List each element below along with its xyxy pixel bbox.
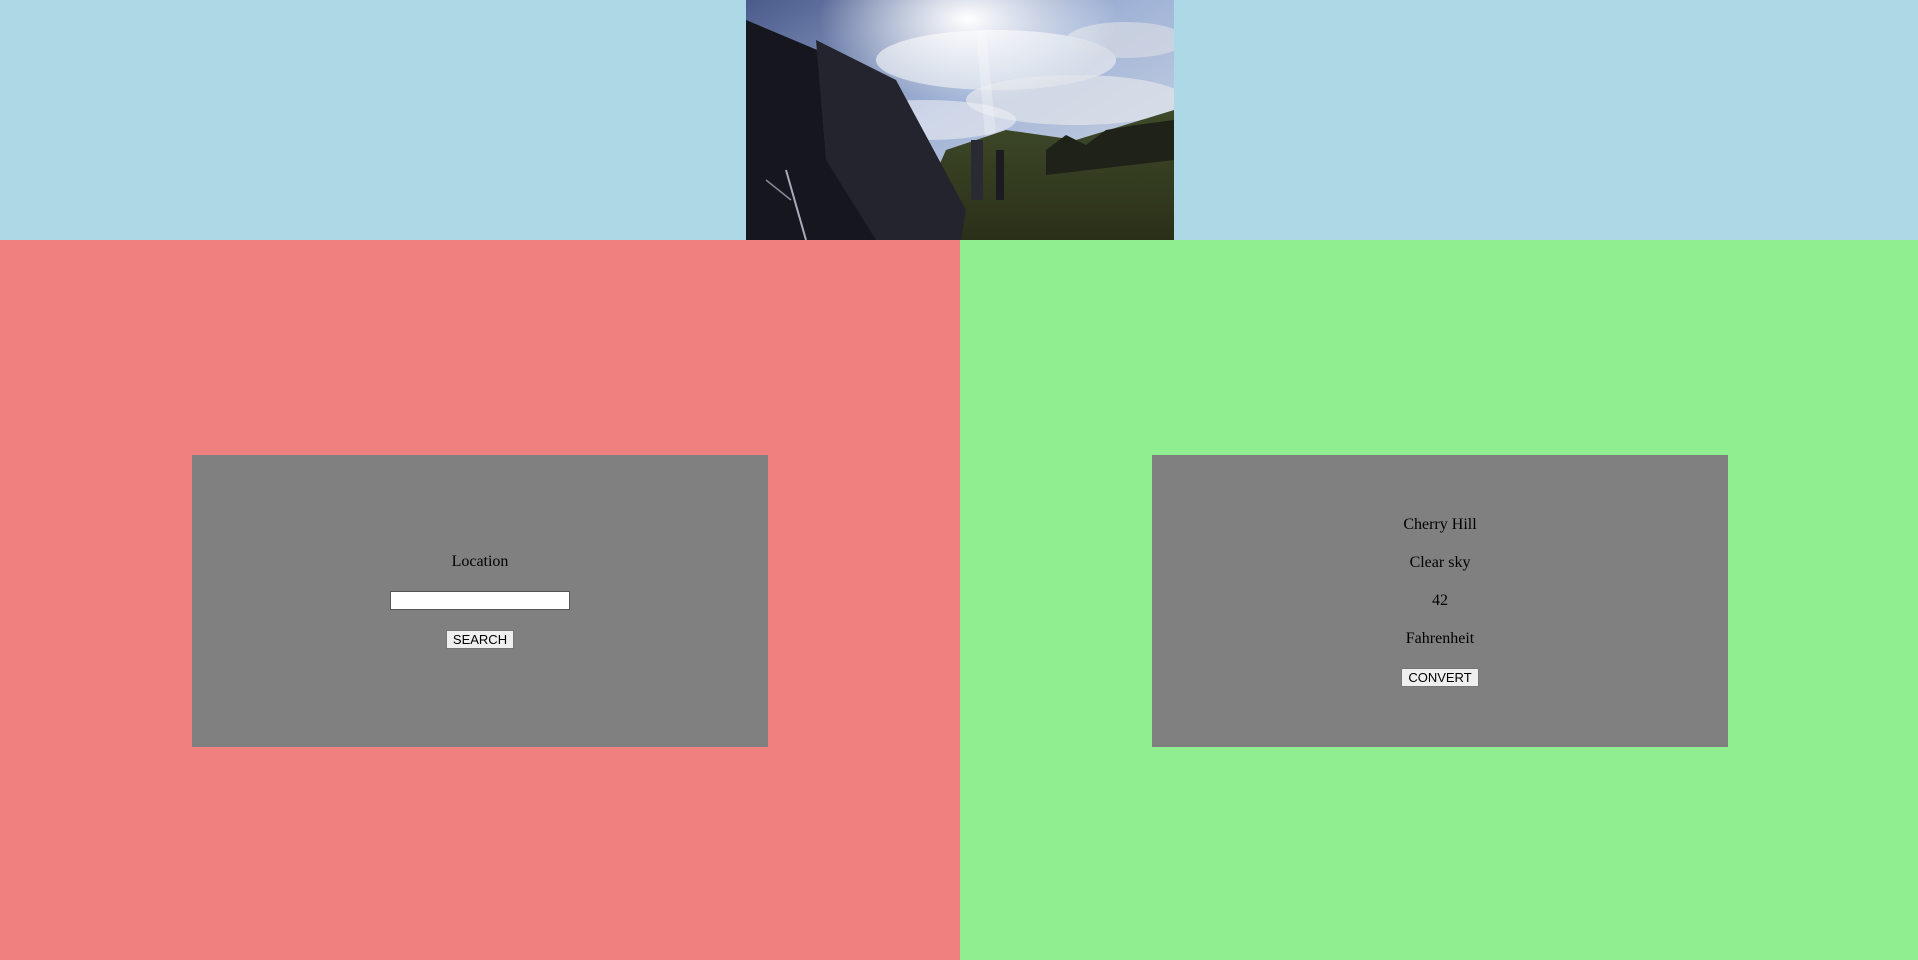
temperature-unit: Fahrenheit xyxy=(1405,629,1475,647)
temperature-value: 42 xyxy=(1432,591,1448,609)
search-card: Location SEARCH xyxy=(192,455,768,747)
search-button[interactable]: SEARCH xyxy=(445,630,515,649)
search-panel: Location SEARCH xyxy=(0,240,960,960)
weather-condition: Clear sky xyxy=(1409,553,1471,571)
convert-button[interactable]: CONVERT xyxy=(1401,667,1479,687)
weather-card: Cherry Hill Clear sky 42 Fahrenheit CONV… xyxy=(1152,455,1728,747)
location-input[interactable] xyxy=(390,591,570,610)
location-label: Location xyxy=(451,553,509,570)
weather-panel: Cherry Hill Clear sky 42 Fahrenheit CONV… xyxy=(960,240,1918,960)
header-photo xyxy=(746,0,1174,240)
sky-photo-image xyxy=(746,0,1174,240)
top-banner xyxy=(0,0,1918,240)
city-name: Cherry Hill xyxy=(1403,515,1477,533)
